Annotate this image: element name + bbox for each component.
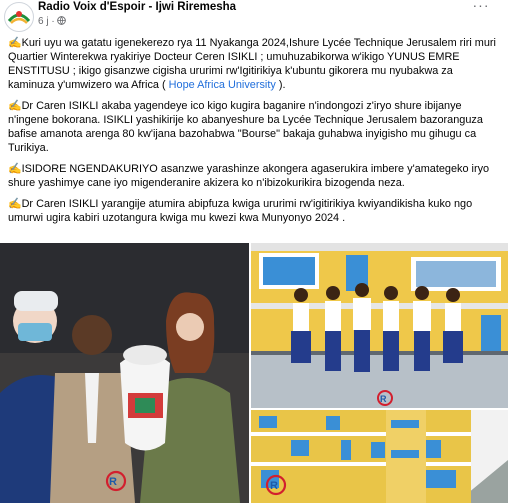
paragraph-text: Dr Caren ISIKLI yarangije atumira abipfu… bbox=[8, 198, 473, 224]
paragraph-text: ). bbox=[275, 79, 286, 91]
avatar[interactable] bbox=[4, 2, 34, 32]
svg-text:R: R bbox=[109, 476, 117, 488]
globe-icon bbox=[57, 16, 67, 27]
photo-grid: R R R bbox=[0, 243, 508, 503]
post-header: Radio Voix d'Espoir - Ijwi Riremesha 6 j… bbox=[0, 0, 508, 32]
post-paragraph: ✍Dr Caren ISIKLI yarangije atumira abipf… bbox=[8, 197, 498, 225]
svg-text:R: R bbox=[270, 480, 278, 492]
hashtag-link[interactable]: Hope Africa University bbox=[169, 79, 276, 91]
photo-top-right[interactable]: R bbox=[251, 243, 508, 408]
author-name[interactable]: Radio Voix d'Espoir - Ijwi Riremesha bbox=[38, 1, 236, 13]
svg-text:R: R bbox=[380, 394, 387, 404]
post-time[interactable]: 6 j bbox=[38, 16, 49, 27]
photo-left[interactable]: R bbox=[0, 243, 249, 503]
writing-hand-icon: ✍ bbox=[8, 37, 22, 49]
more-options-icon[interactable]: ··· bbox=[470, 0, 492, 14]
post-meta: 6 j · bbox=[38, 16, 67, 27]
post-body: ✍Kuri uyu wa gatatu igenekerezo rya 11 N… bbox=[8, 36, 498, 232]
photo-bottom-right[interactable]: R bbox=[251, 410, 508, 503]
writing-hand-icon: ✍ bbox=[8, 100, 22, 112]
post-paragraph: ✍ISIDORE NGENDAKURIYO asanzwe yarashinze… bbox=[8, 162, 498, 190]
writing-hand-icon: ✍ bbox=[8, 198, 22, 210]
writing-hand-icon: ✍ bbox=[8, 163, 22, 175]
post-paragraph: ✍Dr Caren ISIKLI akaba yagendeye ico kig… bbox=[8, 99, 498, 155]
paragraph-text: Dr Caren ISIKLI akaba yagendeye ico kigo… bbox=[8, 100, 483, 154]
paragraph-text: ISIDORE NGENDAKURIYO asanzwe yarashinze … bbox=[8, 163, 490, 189]
post-paragraph: ✍Kuri uyu wa gatatu igenekerezo rya 11 N… bbox=[8, 36, 498, 92]
